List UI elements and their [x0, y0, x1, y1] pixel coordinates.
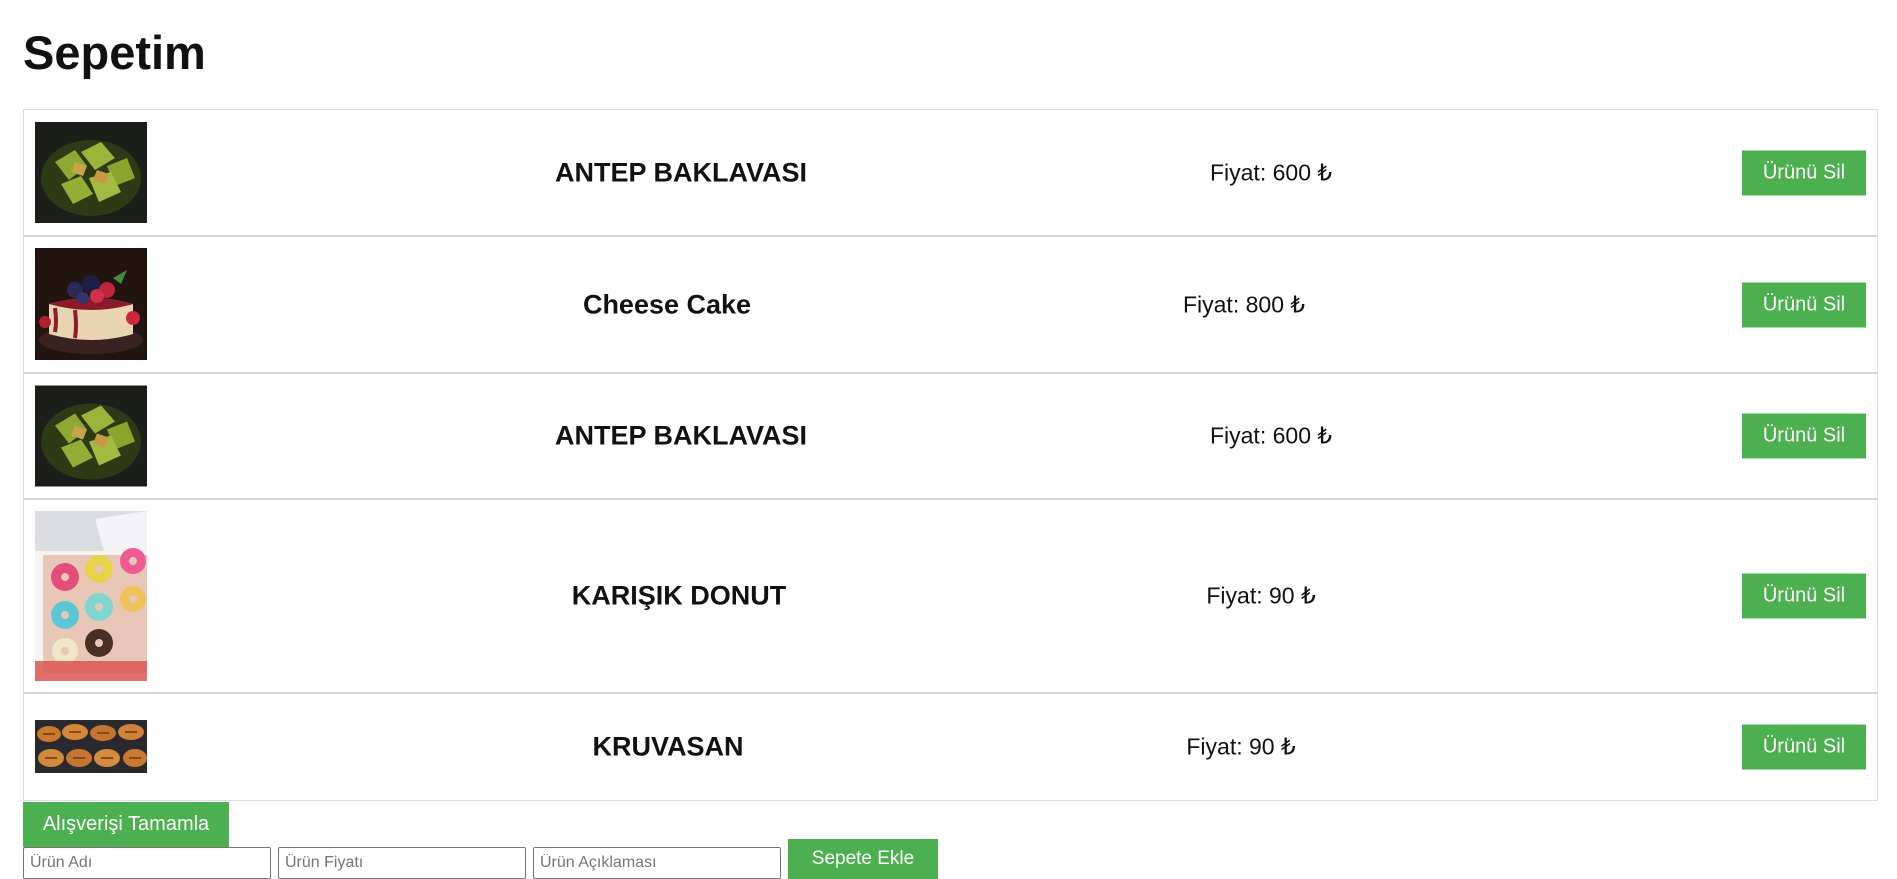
page-title: Sepetim — [23, 26, 206, 79]
cart-row: KRUVASAN Fiyat: 90 ₺ Ürünü Sil — [24, 694, 1877, 800]
remove-item-button[interactable]: Ürünü Sil — [1742, 282, 1866, 328]
product-name: KARIŞIK DONUT — [571, 580, 787, 611]
remove-item-button[interactable]: Ürünü Sil — [1742, 150, 1866, 196]
remove-item-button[interactable]: Ürünü Sil — [1742, 573, 1866, 619]
product-description-input[interactable] — [533, 847, 781, 879]
product-name: KRUVASAN — [592, 731, 744, 762]
product-name: Cheese Cake — [582, 289, 752, 320]
cart-row: Cheese Cake Fiyat: 800 ₺ Ürünü Sil — [24, 237, 1877, 374]
product-price-input[interactable] — [278, 847, 526, 879]
add-product-form: Sepete Ekle — [23, 839, 938, 879]
cart-page: Sepetim ANTEP BAKLAVASI Fiyat: 600 ₺ Ürü… — [0, 0, 1897, 862]
baklava-photo — [35, 385, 147, 487]
add-to-cart-button[interactable]: Sepete Ekle — [788, 839, 938, 879]
product-name: ANTEP BAKLAVASI — [554, 420, 808, 451]
product-name: ANTEP BAKLAVASI — [554, 157, 808, 188]
baklava-photo — [35, 122, 147, 223]
product-price: Fiyat: 600 ₺ — [1209, 422, 1333, 449]
product-name-input[interactable] — [23, 847, 271, 879]
product-price: Fiyat: 90 ₺ — [1186, 733, 1296, 760]
remove-item-button[interactable]: Ürünü Sil — [1742, 724, 1866, 770]
product-price: Fiyat: 600 ₺ — [1209, 159, 1333, 186]
croissant-photo — [35, 720, 147, 773]
remove-item-button[interactable]: Ürünü Sil — [1742, 413, 1866, 459]
cart-row: KARIŞIK DONUT Fiyat: 90 ₺ Ürünü Sil — [24, 500, 1877, 694]
cart-list: ANTEP BAKLAVASI Fiyat: 600 ₺ Ürünü Sil C… — [23, 109, 1878, 801]
complete-purchase-button[interactable]: Alışverişi Tamamla — [23, 802, 229, 847]
cart-row: ANTEP BAKLAVASI Fiyat: 600 ₺ Ürünü Sil — [24, 374, 1877, 500]
cart-row: ANTEP BAKLAVASI Fiyat: 600 ₺ Ürünü Sil — [24, 110, 1877, 237]
cheesecake-photo — [35, 248, 147, 360]
product-price: Fiyat: 90 ₺ — [1206, 582, 1316, 609]
donut-box-photo — [35, 511, 147, 681]
product-price: Fiyat: 800 ₺ — [1182, 291, 1306, 318]
